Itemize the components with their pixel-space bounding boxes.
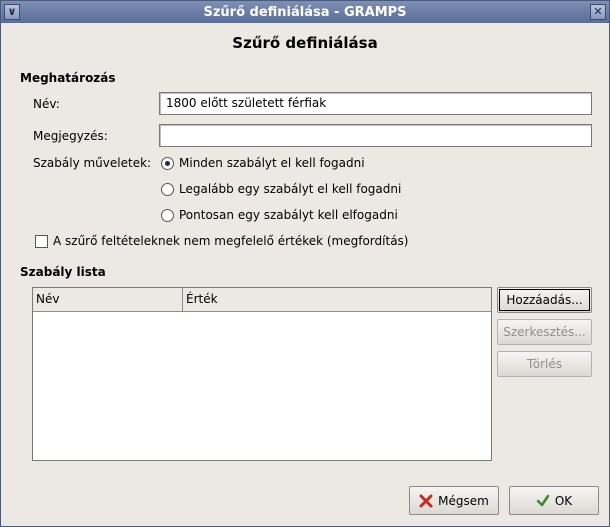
radio-at-least-one-rule-label: Legalább egy szabályt el kell fogadni xyxy=(179,182,402,196)
ok-button-label: OK xyxy=(554,493,573,508)
delete-rule-button-label: Törlés xyxy=(526,357,562,371)
comment-input[interactable] xyxy=(159,124,592,147)
cancel-icon xyxy=(419,494,433,507)
name-label: Név: xyxy=(33,97,60,111)
radio-exactly-one-rule-label: Pontosan egy szabályt kell elfogadni xyxy=(179,208,398,222)
title-bar[interactable]: ∨ Szűrő definiálása - GRAMPS ✕ xyxy=(1,1,609,23)
radio-exactly-one-rule[interactable]: Pontosan egy szabályt kell elfogadni xyxy=(161,208,398,222)
window-title: Szűrő definiálása - GRAMPS xyxy=(203,4,407,20)
dialog-heading: Szűrő definiálása xyxy=(232,34,378,52)
edit-rule-button-label: Szerkesztés... xyxy=(503,325,586,339)
window-menu-button[interactable]: ∨ xyxy=(4,4,20,20)
definition-section-title: Meghatározás xyxy=(20,71,116,85)
checkmark-icon xyxy=(536,494,550,506)
radio-at-least-one-rule[interactable]: Legalább egy szabályt el kell fogadni xyxy=(161,182,401,196)
radio-at-least-one-rule-indicator[interactable] xyxy=(161,182,174,196)
add-rule-button-label: Hozzáadás... xyxy=(506,293,583,307)
edit-rule-button[interactable]: Szerkesztés... xyxy=(497,319,592,345)
rule-list-section-title: Szabály lista xyxy=(20,265,106,279)
radio-all-rules-label: Minden szabályt el kell fogadni xyxy=(179,156,365,170)
delete-rule-button[interactable]: Törlés xyxy=(497,351,592,377)
rule-list-table[interactable]: Név Érték xyxy=(32,287,492,461)
ok-button[interactable]: OK xyxy=(509,486,599,515)
rule-operations-label: Szabály műveletek: xyxy=(33,156,152,170)
radio-all-rules[interactable]: Minden szabályt el kell fogadni xyxy=(161,156,365,170)
window-close-button[interactable]: ✕ xyxy=(590,4,606,20)
cancel-button-label: Mégsem xyxy=(438,493,489,508)
column-header-name[interactable]: Név xyxy=(33,288,183,312)
cancel-button[interactable]: Mégsem xyxy=(409,486,499,515)
column-header-value[interactable]: Érték xyxy=(183,288,491,312)
add-rule-button[interactable]: Hozzáadás... xyxy=(497,287,592,313)
invert-filter-checkbox[interactable]: A szűrő feltételeknek nem megfelelő érté… xyxy=(35,234,408,248)
invert-filter-label: A szűrő feltételeknek nem megfelelő érté… xyxy=(53,234,409,248)
name-input[interactable]: 1800 előtt született férfiak xyxy=(159,92,592,115)
radio-all-rules-indicator[interactable] xyxy=(161,156,174,170)
filter-definition-dialog: ∨ Szűrő definiálása - GRAMPS ✕ Szűrő def… xyxy=(0,0,610,527)
comment-label: Megjegyzés: xyxy=(33,129,108,143)
invert-filter-checkbox-box[interactable] xyxy=(35,234,48,248)
radio-exactly-one-rule-indicator[interactable] xyxy=(161,208,174,222)
